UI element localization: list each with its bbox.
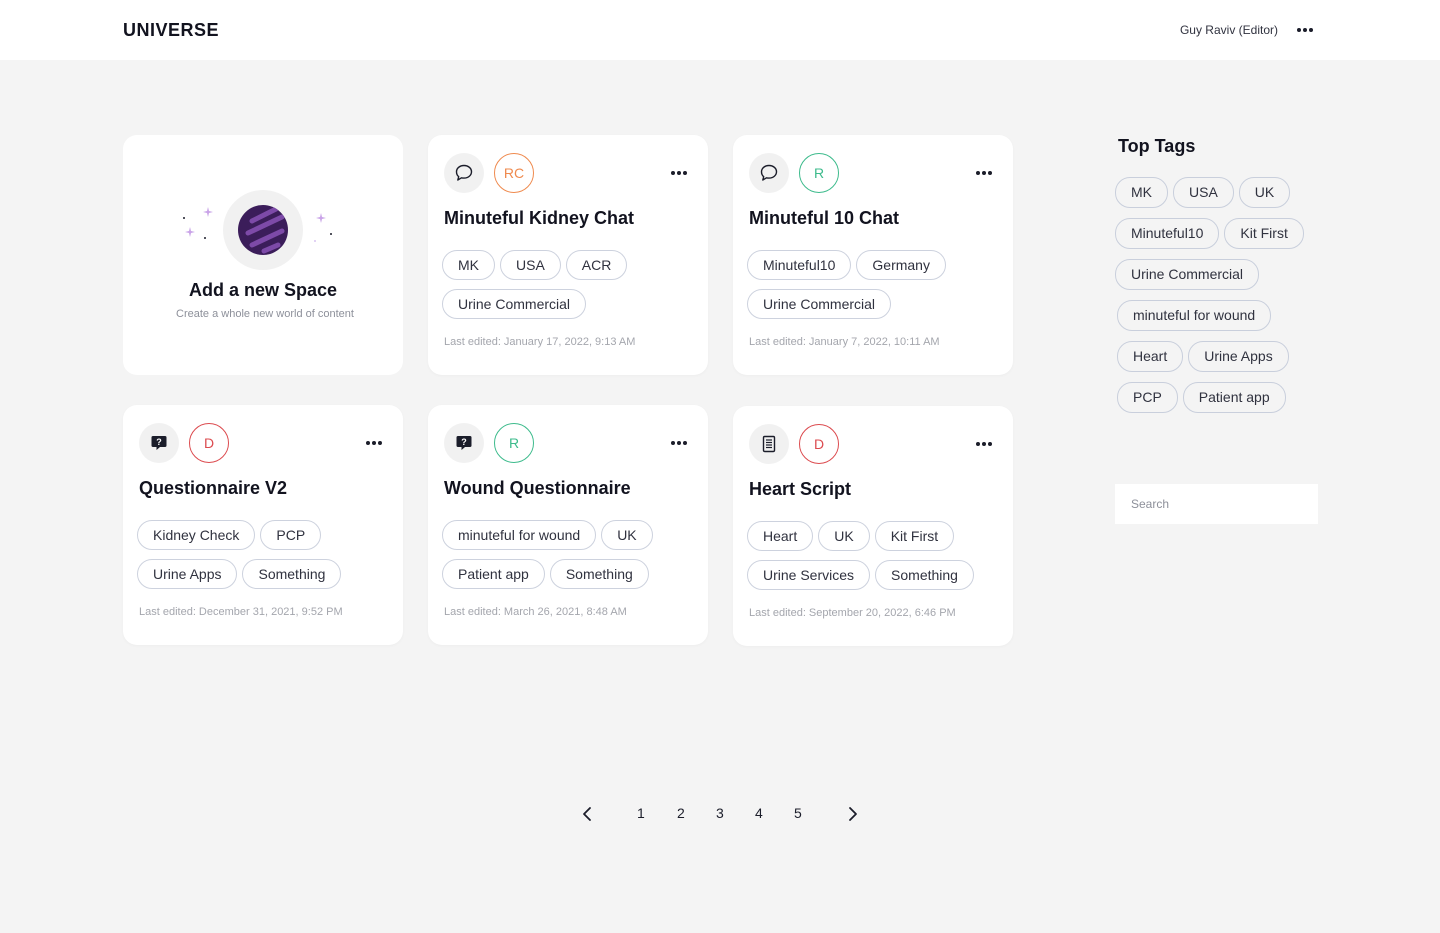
card-title[interactable]: Wound Questionnaire <box>444 478 631 499</box>
last-edited: Last edited: January 17, 2022, 9:13 AM <box>444 336 636 348</box>
chat-bubble-icon <box>444 153 484 193</box>
top-tag[interactable]: PCP <box>1117 382 1178 413</box>
card-title[interactable]: Minuteful 10 Chat <box>749 208 899 229</box>
question-bubble-icon: ? <box>444 423 484 463</box>
more-horizontal-icon[interactable] <box>976 442 992 446</box>
space-card[interactable]: R Minuteful 10 Chat Minuteful10 Germany … <box>733 135 1013 375</box>
dot-decoration <box>204 237 206 239</box>
top-tags-title: Top Tags <box>1118 136 1196 156</box>
tag[interactable]: Urine Apps <box>137 559 238 589</box>
dot-decoration <box>314 240 316 242</box>
last-edited: Last edited: September 20, 2022, 6:46 PM <box>749 607 956 619</box>
tag[interactable]: Kit First <box>874 521 955 551</box>
avatar[interactable]: R <box>494 423 534 463</box>
top-bar: UNIVERSE Guy Raviv (Editor) <box>0 0 1440 60</box>
add-space-subtitle: Create a whole new world of content <box>176 308 354 320</box>
tag-list: MK USA ACR Urine Commercial <box>442 250 698 319</box>
page-number[interactable]: 5 <box>794 805 802 821</box>
tag[interactable]: UK <box>601 520 653 550</box>
space-card[interactable]: ? D Questionnaire V2 Kidney Check PCP Ur… <box>123 405 403 645</box>
tag[interactable]: Urine Commercial <box>747 289 892 319</box>
search-input[interactable] <box>1115 484 1318 524</box>
top-tag[interactable]: Heart <box>1117 341 1184 372</box>
card-title[interactable]: Minuteful Kidney Chat <box>444 208 634 229</box>
dot-decoration <box>330 233 332 235</box>
space-card[interactable]: ? R Wound Questionnaire minuteful for wo… <box>428 405 708 645</box>
more-horizontal-icon[interactable] <box>671 441 687 445</box>
avatar-initials: R <box>813 165 825 181</box>
add-space-title: Add a new Space <box>188 280 338 300</box>
tag[interactable]: PCP <box>260 520 322 550</box>
last-edited: Last edited: December 31, 2021, 9:52 PM <box>139 606 343 618</box>
space-card[interactable]: D Heart Script Heart UK Kit First Urine … <box>733 406 1013 646</box>
top-tag[interactable]: MK <box>1115 177 1168 208</box>
card-title[interactable]: Questionnaire V2 <box>139 478 287 499</box>
card-title[interactable]: Heart Script <box>749 479 851 500</box>
chevron-left-icon[interactable] <box>582 806 592 822</box>
planet-icon <box>223 190 303 270</box>
tag-list: Minuteful10 Germany Urine Commercial <box>747 250 1003 319</box>
top-tag[interactable]: Urine Apps <box>1188 341 1289 372</box>
tag[interactable]: ACR <box>565 250 628 280</box>
more-horizontal-icon[interactable] <box>1297 28 1313 32</box>
tag[interactable]: minuteful for wound <box>442 520 597 550</box>
tag[interactable]: Something <box>875 560 974 590</box>
space-card[interactable]: RC Minuteful Kidney Chat MK USA ACR Urin… <box>428 135 708 375</box>
tag[interactable]: Something <box>242 559 342 589</box>
top-tag[interactable]: USA <box>1173 177 1234 208</box>
top-tag[interactable]: UK <box>1238 177 1291 208</box>
sparkle-icon <box>185 227 195 237</box>
avatar-initials: RC <box>503 165 525 181</box>
avatar[interactable]: D <box>799 424 839 464</box>
tag-list: minuteful for wound UK Patient app Somet… <box>442 520 698 589</box>
page-number[interactable]: 4 <box>755 805 763 821</box>
more-horizontal-icon[interactable] <box>366 441 382 445</box>
top-tags-list: MK USA UK Minuteful10 Kit First Urine Co… <box>1115 177 1325 413</box>
tag[interactable]: MK <box>442 250 495 280</box>
tag-list: Kidney Check PCP Urine Apps Something <box>137 520 393 589</box>
tag[interactable]: Urine Services <box>747 560 871 590</box>
tag[interactable]: Patient app <box>442 559 545 589</box>
tag[interactable]: Germany <box>856 250 946 280</box>
tag-list: Heart UK Kit First Urine Services Someth… <box>747 521 1003 590</box>
page-number[interactable]: 3 <box>716 805 724 821</box>
svg-text:?: ? <box>156 437 162 447</box>
user-name[interactable]: Guy Raviv (Editor) <box>1180 23 1278 37</box>
tag[interactable]: Urine Commercial <box>442 289 587 319</box>
app-logo[interactable]: UNIVERSE <box>123 20 219 41</box>
tag[interactable]: USA <box>500 250 561 280</box>
pagination: 1 2 3 4 5 <box>0 803 1440 825</box>
avatar[interactable]: D <box>189 423 229 463</box>
chat-bubble-icon <box>749 153 789 193</box>
svg-text:?: ? <box>461 437 467 447</box>
add-space-card[interactable]: Add a new Space Create a whole new world… <box>123 135 403 375</box>
tag[interactable]: Kidney Check <box>137 520 256 550</box>
top-tag[interactable]: Patient app <box>1182 382 1286 413</box>
top-tag[interactable]: Urine Commercial <box>1115 259 1260 290</box>
avatar-initials: R <box>508 435 520 451</box>
sparkle-icon <box>316 213 326 223</box>
page-number[interactable]: 1 <box>637 805 645 821</box>
dot-decoration <box>183 217 185 219</box>
avatar-initials: D <box>203 435 215 451</box>
more-horizontal-icon[interactable] <box>976 171 992 175</box>
page-number[interactable]: 2 <box>677 805 685 821</box>
more-horizontal-icon[interactable] <box>671 171 687 175</box>
last-edited: Last edited: March 26, 2021, 8:48 AM <box>444 606 627 618</box>
sparkle-icon <box>203 207 213 217</box>
question-bubble-icon: ? <box>139 423 179 463</box>
tag[interactable]: Something <box>549 559 649 589</box>
avatar-initials: D <box>813 436 825 452</box>
document-icon <box>749 424 789 464</box>
avatar[interactable]: RC <box>494 153 534 193</box>
tag[interactable]: Heart <box>747 521 814 551</box>
avatar[interactable]: R <box>799 153 839 193</box>
top-tag[interactable]: minuteful for wound <box>1117 300 1272 331</box>
chevron-right-icon[interactable] <box>848 806 858 822</box>
last-edited: Last edited: January 7, 2022, 10:11 AM <box>749 336 940 348</box>
tag[interactable]: Minuteful10 <box>747 250 852 280</box>
tag[interactable]: UK <box>818 521 870 551</box>
top-tag[interactable]: Kit First <box>1224 218 1304 249</box>
top-tag[interactable]: Minuteful10 <box>1115 218 1220 249</box>
